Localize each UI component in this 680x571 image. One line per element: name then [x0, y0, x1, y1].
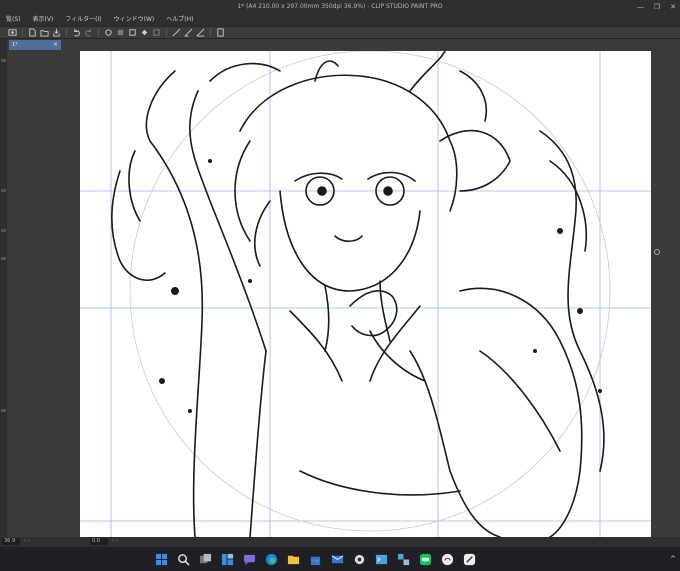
cut-icon[interactable]: [104, 28, 113, 37]
clipstudio-paint-icon[interactable]: [461, 551, 478, 568]
menu-filter[interactable]: フィルター(I): [59, 14, 107, 26]
windows-taskbar: ^: [0, 546, 680, 571]
panel-handle[interactable]: [1, 189, 6, 192]
clipstudio-icon[interactable]: [8, 28, 17, 37]
panel-handle[interactable]: [1, 409, 6, 412]
store-icon[interactable]: [307, 551, 324, 568]
open-file-icon[interactable]: [40, 28, 49, 37]
minimize-button[interactable]: —: [637, 0, 644, 14]
separator: [210, 28, 211, 37]
separator: [22, 28, 23, 37]
clipstudio-icon[interactable]: [439, 551, 456, 568]
canvas-workspace[interactable]: [7, 51, 680, 537]
status-bar: 36.9 ‹ › 0.0 ‹ ›: [0, 537, 680, 546]
redo-icon[interactable]: [84, 28, 93, 37]
ruler-icon[interactable]: [172, 28, 181, 37]
menu-window[interactable]: ウィンドウ(W): [108, 14, 161, 26]
widgets-icon[interactable]: [219, 551, 236, 568]
line-icon[interactable]: [417, 551, 434, 568]
drawing-canvas[interactable]: [80, 51, 651, 537]
maximize-button[interactable]: ❐: [654, 0, 660, 14]
panel-handle[interactable]: [1, 59, 6, 62]
task-view-icon[interactable]: [197, 551, 214, 568]
canvas-tab-row: 1* ×: [7, 39, 680, 51]
ruler-snap-icon[interactable]: [184, 28, 193, 37]
separator: [66, 28, 67, 37]
menu-layer[interactable]: 覧(S): [0, 14, 27, 26]
zoom-arrows[interactable]: ‹ ›: [24, 537, 30, 546]
terminal-icon[interactable]: [373, 551, 390, 568]
panel-handle[interactable]: [1, 229, 6, 232]
file-explorer-icon[interactable]: [285, 551, 302, 568]
canvas-tab-label: 1*: [12, 42, 18, 48]
paste-icon[interactable]: [128, 28, 137, 37]
fill-icon[interactable]: [140, 28, 149, 37]
panel-handle[interactable]: [1, 257, 6, 260]
menu-view[interactable]: 表示(V): [27, 14, 60, 26]
settings-icon[interactable]: [351, 551, 368, 568]
lineart-drawing: [80, 51, 651, 537]
save-icon[interactable]: [52, 28, 61, 37]
app-window: 1* (A4 210.00 x 297.00mm 350dpi 36.9%) -…: [0, 0, 680, 571]
close-icon[interactable]: ×: [53, 40, 58, 50]
multiapp-icon[interactable]: [395, 551, 412, 568]
mail-icon[interactable]: [329, 551, 346, 568]
transform-icon[interactable]: [152, 28, 161, 37]
window-controls: — ❐ ✕: [637, 0, 676, 14]
zoom-field[interactable]: 36.9: [2, 538, 20, 545]
menu-help[interactable]: ヘルプ(H): [160, 14, 199, 26]
rotation-field[interactable]: 0.0: [90, 538, 108, 545]
copy-icon[interactable]: [116, 28, 125, 37]
title-bar: 1* (A4 210.00 x 297.00mm 350dpi 36.9%) -…: [0, 0, 680, 14]
new-file-icon[interactable]: [28, 28, 37, 37]
taskbar-icons: [153, 551, 478, 568]
tray-chevron-icon[interactable]: ^: [670, 555, 676, 563]
menu-bar: 覧(S) 表示(V) フィルター(I) ウィンドウ(W) ヘルプ(H): [0, 14, 680, 26]
command-bar: [0, 26, 680, 39]
windows-start-icon[interactable]: [153, 551, 170, 568]
rotation-arrows[interactable]: ‹ ›: [112, 537, 118, 546]
chat-icon[interactable]: [241, 551, 258, 568]
left-panel-strip: [0, 39, 7, 537]
separator: [166, 28, 167, 37]
undo-icon[interactable]: [72, 28, 81, 37]
grid-snap-icon[interactable]: [196, 28, 205, 37]
separator: [98, 28, 99, 37]
close-button[interactable]: ✕: [670, 0, 676, 14]
edge-icon[interactable]: [263, 551, 280, 568]
settings-icon[interactable]: [216, 28, 225, 37]
canvas-rotate-handle[interactable]: [654, 249, 660, 255]
canvas-tab[interactable]: 1* ×: [9, 40, 61, 50]
window-title: 1* (A4 210.00 x 297.00mm 350dpi 36.9%) -…: [237, 3, 443, 10]
search-icon[interactable]: [175, 551, 192, 568]
